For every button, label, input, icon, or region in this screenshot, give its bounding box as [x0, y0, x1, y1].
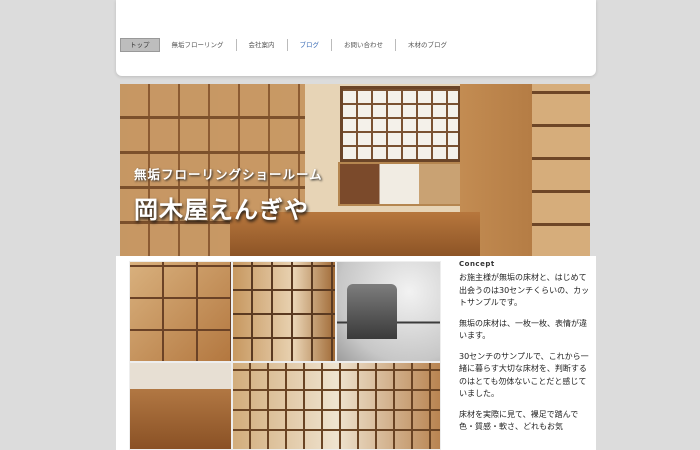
concept-paragraph: 床材を実際に見て、裸足で踏んで色・質感・軟さ、どれもお気	[459, 409, 579, 432]
hero-banner: 無垢フローリングショールーム 岡木屋えんぎや	[120, 84, 590, 256]
header-card: トップ 無垢フローリング 会社案内 ブログ お問い合わせ 木材のブログ	[116, 0, 596, 76]
nav-item-wood-blog[interactable]: 木材のブログ	[396, 39, 459, 51]
hero-title: 岡木屋えんぎや	[134, 195, 309, 224]
concept-paragraph: 30センチのサンプルで、これから一緒に暮らす大切な床材を、判断するのはとても勿体…	[459, 351, 589, 399]
main-content: Concept お施主様が無垢の床材と、はじめて出会うのは30センチくらいの、カ…	[116, 256, 596, 450]
concept-paragraph: 無垢の床材は、一枚一枚、表情が違います。	[459, 318, 587, 341]
nav-item-flooring[interactable]: 無垢フローリング	[160, 39, 237, 51]
gallery-photo-lattice[interactable]	[232, 261, 336, 362]
hero-cabinets	[338, 162, 462, 206]
gallery-photo-screen[interactable]	[232, 362, 441, 450]
nav-item-top[interactable]: トップ	[120, 38, 160, 52]
concept-paragraph: お施主様が無垢の床材と、はじめて出会うのは30センチくらいの、カットサンプルです…	[459, 273, 590, 307]
concept-text: Concept お施主様が無垢の床材と、はじめて出会うのは30センチくらいの、カ…	[459, 260, 592, 442]
hero-shoji-window	[340, 86, 461, 162]
concept-heading: Concept	[459, 260, 495, 268]
nav-item-company[interactable]: 会社案内	[237, 39, 288, 51]
nav-item-blog[interactable]: ブログ	[288, 39, 332, 51]
gallery-photo-alcove[interactable]	[336, 261, 441, 362]
nav-item-contact[interactable]: お問い合わせ	[332, 39, 396, 51]
hero-subtitle: 無垢フローリングショールーム	[134, 167, 323, 182]
gallery-photo-room[interactable]	[129, 362, 232, 450]
photo-gallery	[129, 261, 441, 450]
main-nav: トップ 無垢フローリング 会社案内 ブログ お問い合わせ 木材のブログ	[120, 38, 459, 52]
gallery-photo-shelves[interactable]	[129, 261, 232, 362]
